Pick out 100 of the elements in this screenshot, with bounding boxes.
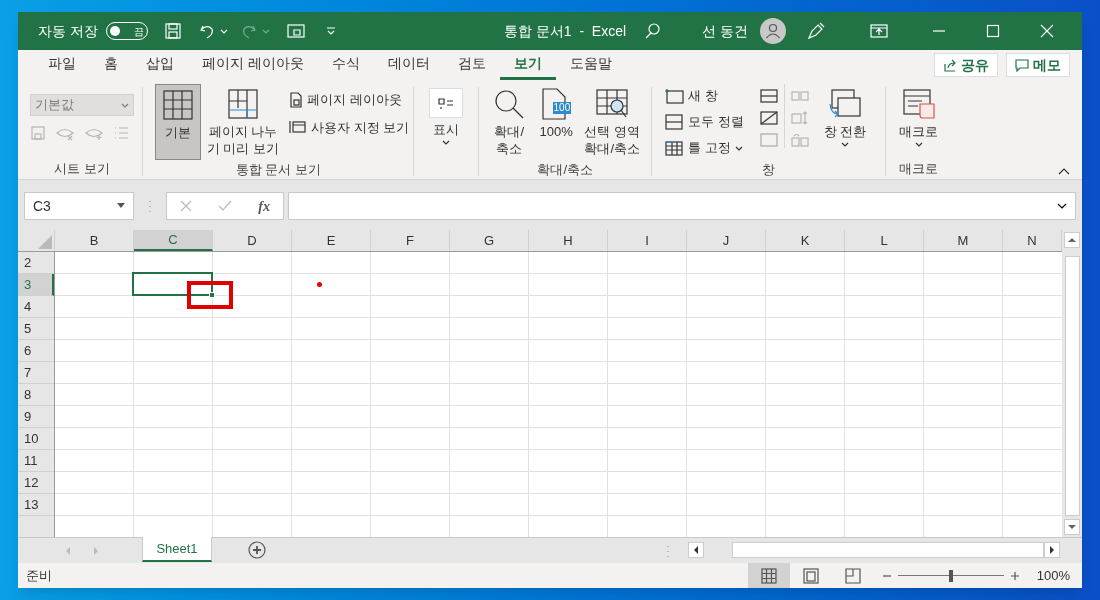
ribbon-tab[interactable]: 검토: [443, 50, 500, 80]
ribbon-tab[interactable]: 페이지 레이아웃: [188, 50, 318, 80]
row-header[interactable]: 8: [18, 384, 54, 406]
group-label: 확대/축소: [537, 161, 594, 179]
ribbon-tab[interactable]: 삽입: [132, 50, 188, 80]
ribbon-tab[interactable]: 파일: [34, 50, 90, 80]
group-label: 통합 문서 보기: [235, 161, 321, 179]
group-label: 매크로: [899, 160, 939, 179]
highlight-box: [187, 281, 233, 309]
sync-scroll-icon: [790, 110, 809, 126]
freeze-panes-icon: [664, 140, 685, 156]
row-header[interactable]: 3: [18, 274, 54, 296]
view-button[interactable]: [748, 563, 790, 588]
insert-function-button[interactable]: fx: [258, 195, 270, 217]
zoom-level[interactable]: 100%: [1034, 565, 1070, 586]
ribbon-tab[interactable]: 데이터: [373, 50, 444, 80]
column-header[interactable]: G: [450, 230, 529, 251]
scroll-thumb[interactable]: [1064, 256, 1080, 516]
window-title: 통합 문서1 - Excel: [503, 21, 627, 41]
group-label: 창: [762, 161, 776, 179]
save-icon: [30, 125, 46, 141]
row-header[interactable]: 7: [18, 362, 54, 384]
row-header[interactable]: 12: [18, 472, 54, 494]
person-icon: [765, 23, 781, 39]
zoom-in-icon: [1010, 570, 1020, 581]
maximize-icon: [986, 24, 1000, 38]
column-header[interactable]: D: [213, 230, 292, 251]
page-layout-icon: [803, 567, 819, 584]
share-button[interactable]: 공유: [934, 53, 998, 77]
up-arrow-icon: [1068, 237, 1076, 243]
pen-icon: [806, 21, 826, 41]
sheet-tab[interactable]: Sheet1: [142, 537, 212, 562]
show-icon: [437, 96, 456, 110]
column-header[interactable]: C: [134, 230, 213, 251]
page-break-icon: [227, 88, 259, 120]
ribbon-button[interactable]: 선택 영역 확대/축소: [581, 84, 644, 160]
column-header[interactable]: M: [924, 230, 1003, 251]
fill-handle[interactable]: [209, 292, 215, 298]
ribbon-button[interactable]: 매크로: [893, 84, 944, 160]
zoom-slider-thumb[interactable]: [949, 569, 953, 582]
ribbon-button[interactable]: 페이지 레이아웃: [289, 90, 410, 110]
row-header[interactable]: 13: [18, 494, 54, 516]
ribbon-button[interactable]: 100 100%: [535, 84, 578, 160]
next-sheet-icon: [92, 546, 100, 556]
column-header[interactable]: E: [292, 230, 371, 251]
row-header[interactable]: 5: [18, 318, 54, 340]
scroll-up-button[interactable]: [1064, 232, 1080, 248]
page-icon: [541, 88, 568, 120]
ribbon-display-icon: [870, 23, 888, 39]
ribbon-button[interactable]: 새 창: [664, 86, 744, 106]
grid-icon: [761, 567, 777, 584]
page-icon: [289, 91, 303, 108]
customize-caret-icon: [325, 26, 336, 36]
scroll-left-button[interactable]: [688, 542, 704, 558]
horizontal-scroll-thumb[interactable]: [732, 542, 1044, 558]
ribbon-tab[interactable]: 도움말: [555, 50, 626, 80]
scroll-down-button[interactable]: [1064, 519, 1080, 535]
column-header[interactable]: L: [845, 230, 924, 251]
column-header[interactable]: F: [371, 230, 450, 251]
touch-mode-icon: [285, 22, 306, 40]
new-window-icon: [664, 88, 685, 104]
magnifier-icon: [493, 88, 526, 120]
caret-icon: [734, 144, 743, 152]
grid-icon: [162, 89, 194, 121]
ribbon-button[interactable]: 표시: [426, 84, 467, 160]
ribbon-button[interactable]: 틀 고정: [664, 138, 744, 158]
group-label: 시트 보기: [54, 160, 110, 179]
row-header[interactable]: 4: [18, 296, 54, 318]
zoom-slider[interactable]: [898, 569, 1004, 582]
ribbon-button[interactable]: 사용자 지정 보기: [289, 117, 410, 137]
column-header[interactable]: H: [529, 230, 608, 251]
ribbon-button[interactable]: 페이지 나누 기 미리 보기: [205, 84, 281, 160]
cancel-icon: [180, 200, 193, 212]
cell-grid[interactable]: [55, 252, 1062, 537]
ribbon-button[interactable]: 기본: [155, 84, 201, 160]
caret-icon: [219, 27, 228, 35]
ribbon-tab[interactable]: 수식: [317, 50, 374, 80]
column-header[interactable]: J: [687, 230, 766, 251]
row-header[interactable]: 9: [18, 406, 54, 428]
scroll-right-button[interactable]: [1044, 542, 1060, 558]
row-header[interactable]: 11: [18, 450, 54, 472]
column-header[interactable]: I: [608, 230, 687, 251]
column-header[interactable]: K: [766, 230, 845, 251]
row-header[interactable]: 6: [18, 340, 54, 362]
chevron-icon: [442, 138, 451, 146]
side-by-side-icon: [790, 88, 809, 104]
expand-caret-icon: [1057, 202, 1067, 210]
share-icon: [943, 58, 957, 72]
comments-button[interactable]: 메모: [1006, 53, 1070, 77]
chevron-icon: [840, 140, 849, 148]
zoom-badge: 100: [552, 102, 572, 114]
formula-input[interactable]: [288, 192, 1076, 220]
down-arrow-icon: [1068, 524, 1076, 530]
list-icon: [113, 125, 129, 141]
ribbon-button[interactable]: 모두 정렬: [664, 112, 744, 132]
name-box[interactable]: C3: [24, 192, 134, 220]
row-header[interactable]: 10: [18, 428, 54, 450]
ribbon-button[interactable]: 창 전환: [816, 84, 873, 160]
ribbon-tab[interactable]: 홈: [90, 50, 132, 80]
ribbon-button[interactable]: 확대/ 축소: [487, 84, 532, 160]
